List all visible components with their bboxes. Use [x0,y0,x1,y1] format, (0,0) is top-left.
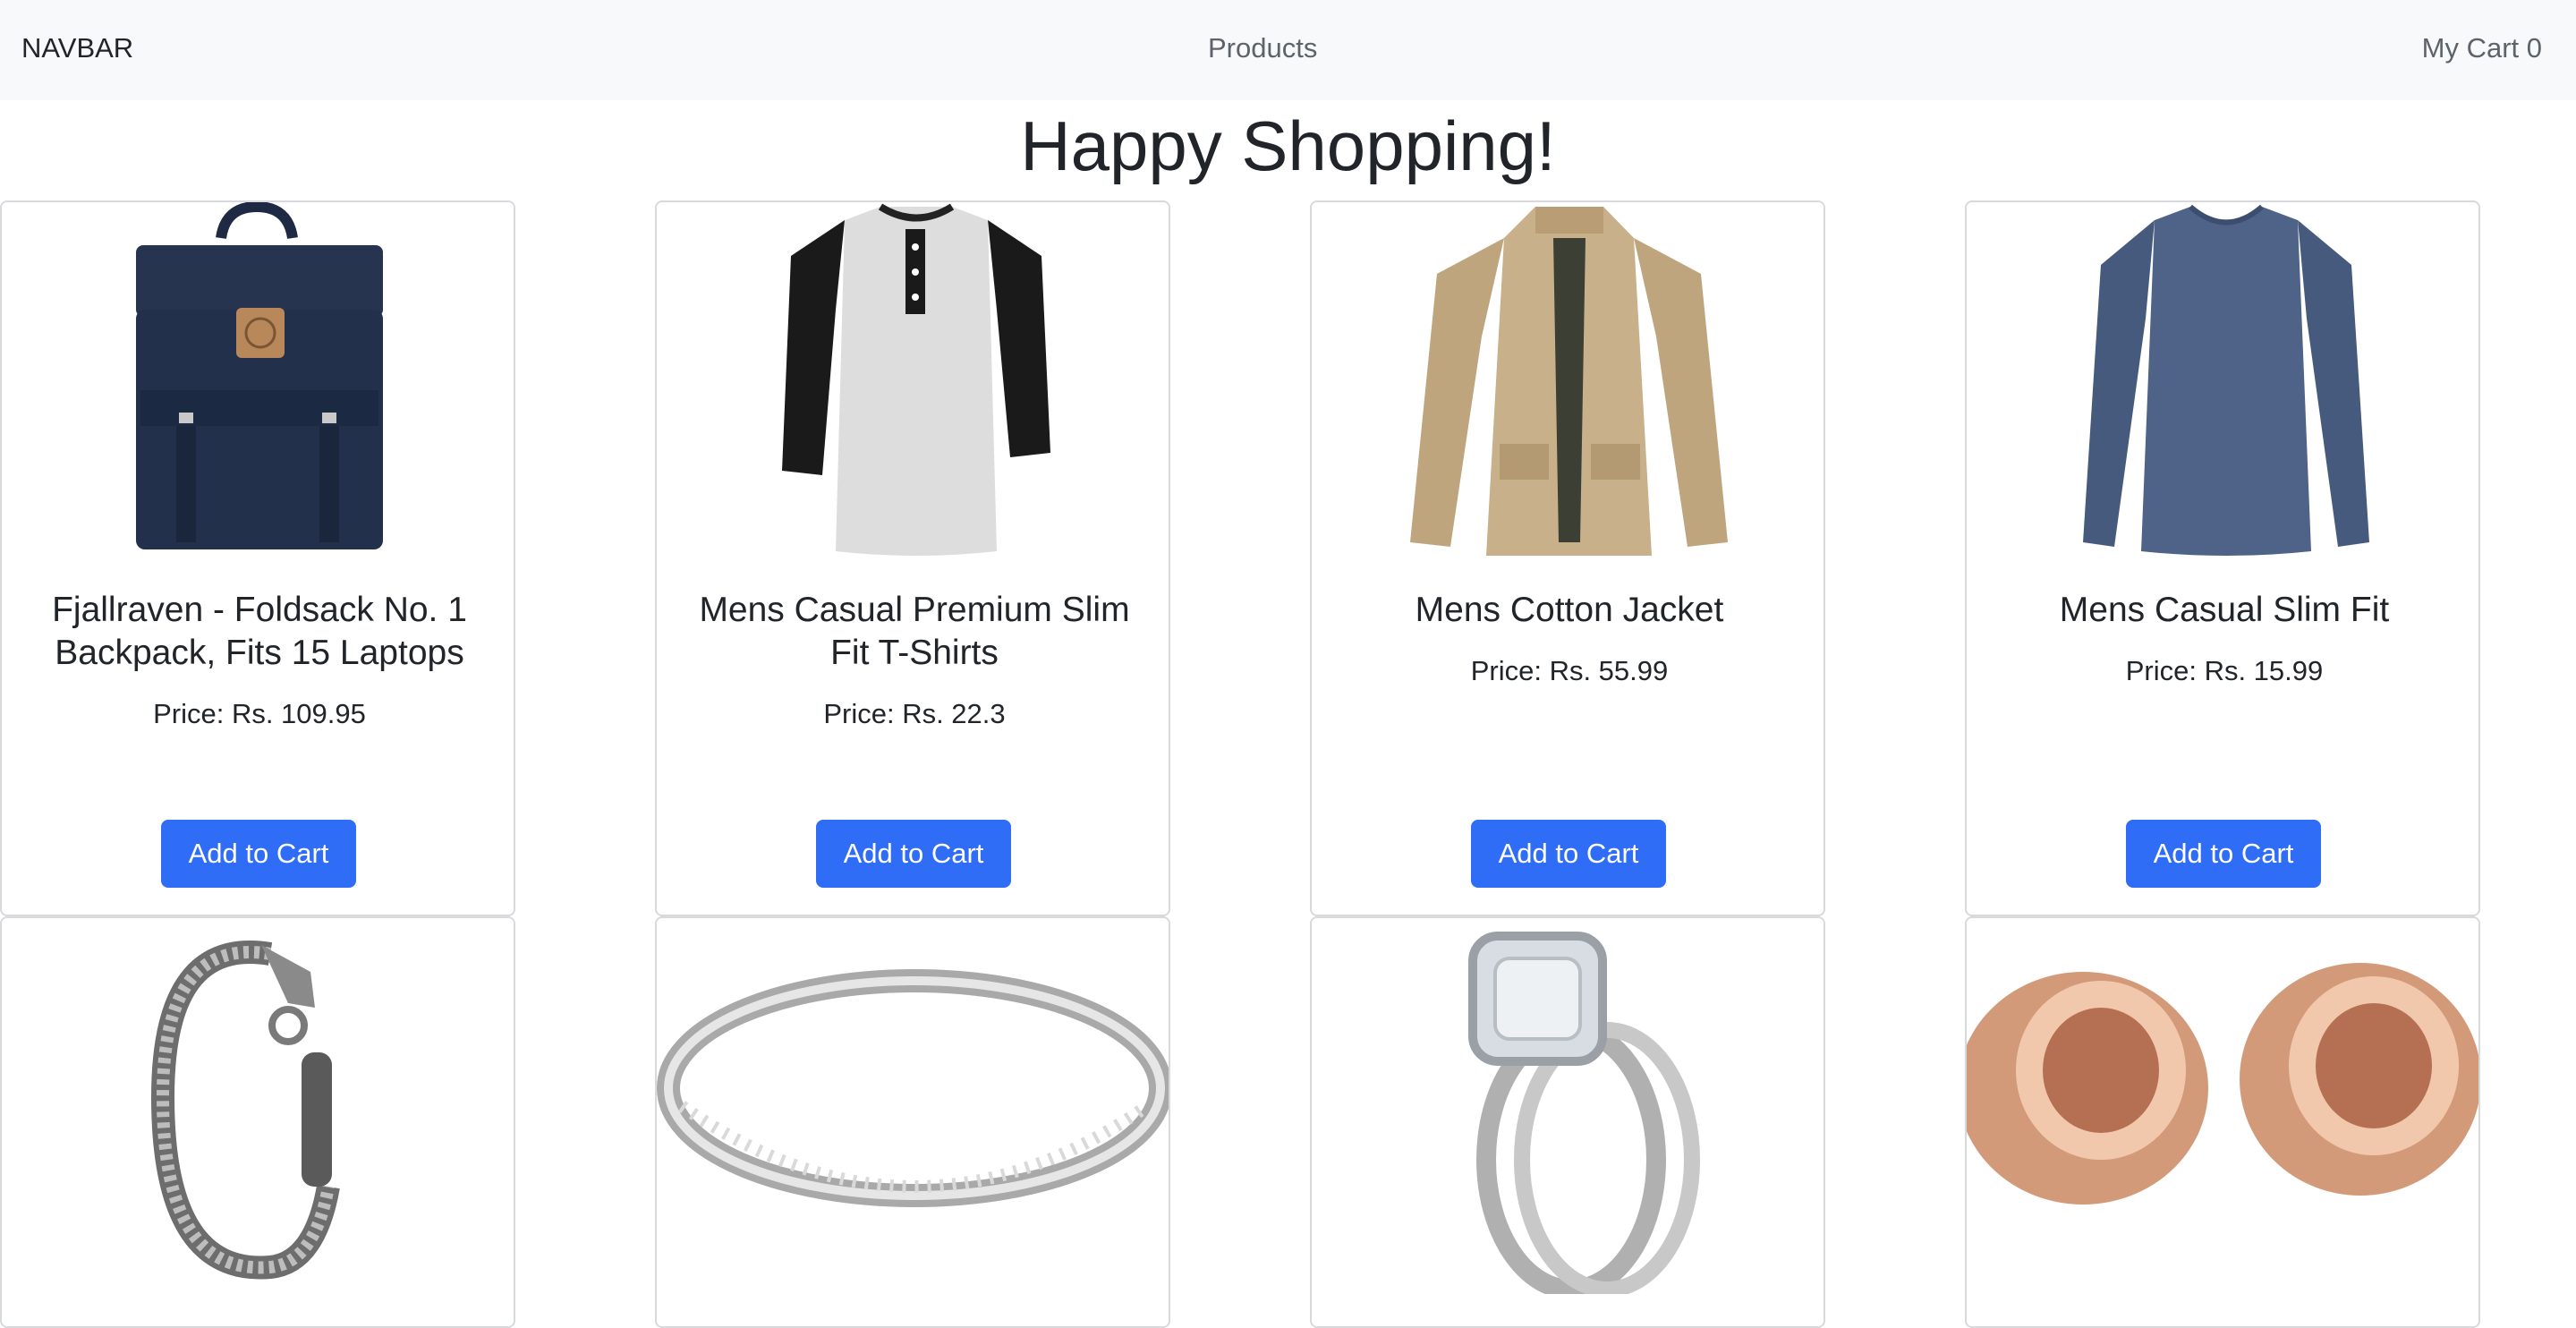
product-title: Mens Casual Slim Fit [2059,591,2390,629]
product-image-band-ring [657,918,1169,1294]
page-heading: Happy Shopping! [1020,106,1556,185]
product-price: Price: Rs. 55.99 [1470,655,1669,686]
add-to-cart-button[interactable]: Add to Cart [816,820,1011,888]
product-image-plugs [1967,918,2478,1294]
product-card [0,916,515,1328]
product-title: Mens Casual Premium Slim Fit T-Shirts [699,591,1130,672]
add-to-cart-button[interactable]: Add to Cart [161,820,356,888]
product-card [655,916,1170,1328]
product-card: Fjallraven - Foldsack No. 1 Backpack, Fi… [0,200,515,916]
product-image-tshirt [657,202,1169,565]
add-to-cart-button[interactable]: Add to Cart [1471,820,1666,888]
add-to-cart-button[interactable]: Add to Cart [2126,820,2321,888]
product-price: Price: Rs. 15.99 [2125,655,2324,686]
product-image-diamond-ring [1312,918,1824,1294]
product-price: Price: Rs. 109.95 [153,698,366,729]
product-card [1310,916,1825,1328]
product-card: Mens Casual Slim Fit Price: Rs. 15.99 Ad… [1965,200,2480,916]
product-image-jacket [1312,202,1824,565]
nav-cart-link[interactable]: My Cart 0 [2422,32,2542,64]
navbar: NAVBAR Products My Cart 0 [0,0,2576,100]
product-title: Mens Cotton Jacket [1415,591,1724,629]
product-price: Price: Rs. 22.3 [823,698,1006,729]
product-title: Fjallraven - Foldsack No. 1 Backpack, Fi… [52,591,467,672]
product-image-bracelet [2,918,514,1294]
navbar-brand[interactable]: NAVBAR [21,32,133,64]
product-card: Mens Cotton Jacket Price: Rs. 55.99 Add … [1310,200,1825,916]
product-image-backpack [2,202,514,565]
product-card [1965,916,2480,1328]
product-image-longsleeve [1967,202,2478,565]
product-card: Mens Casual Premium Slim Fit T-Shirts Pr… [655,200,1170,916]
nav-products-link[interactable]: Products [1208,32,1317,64]
